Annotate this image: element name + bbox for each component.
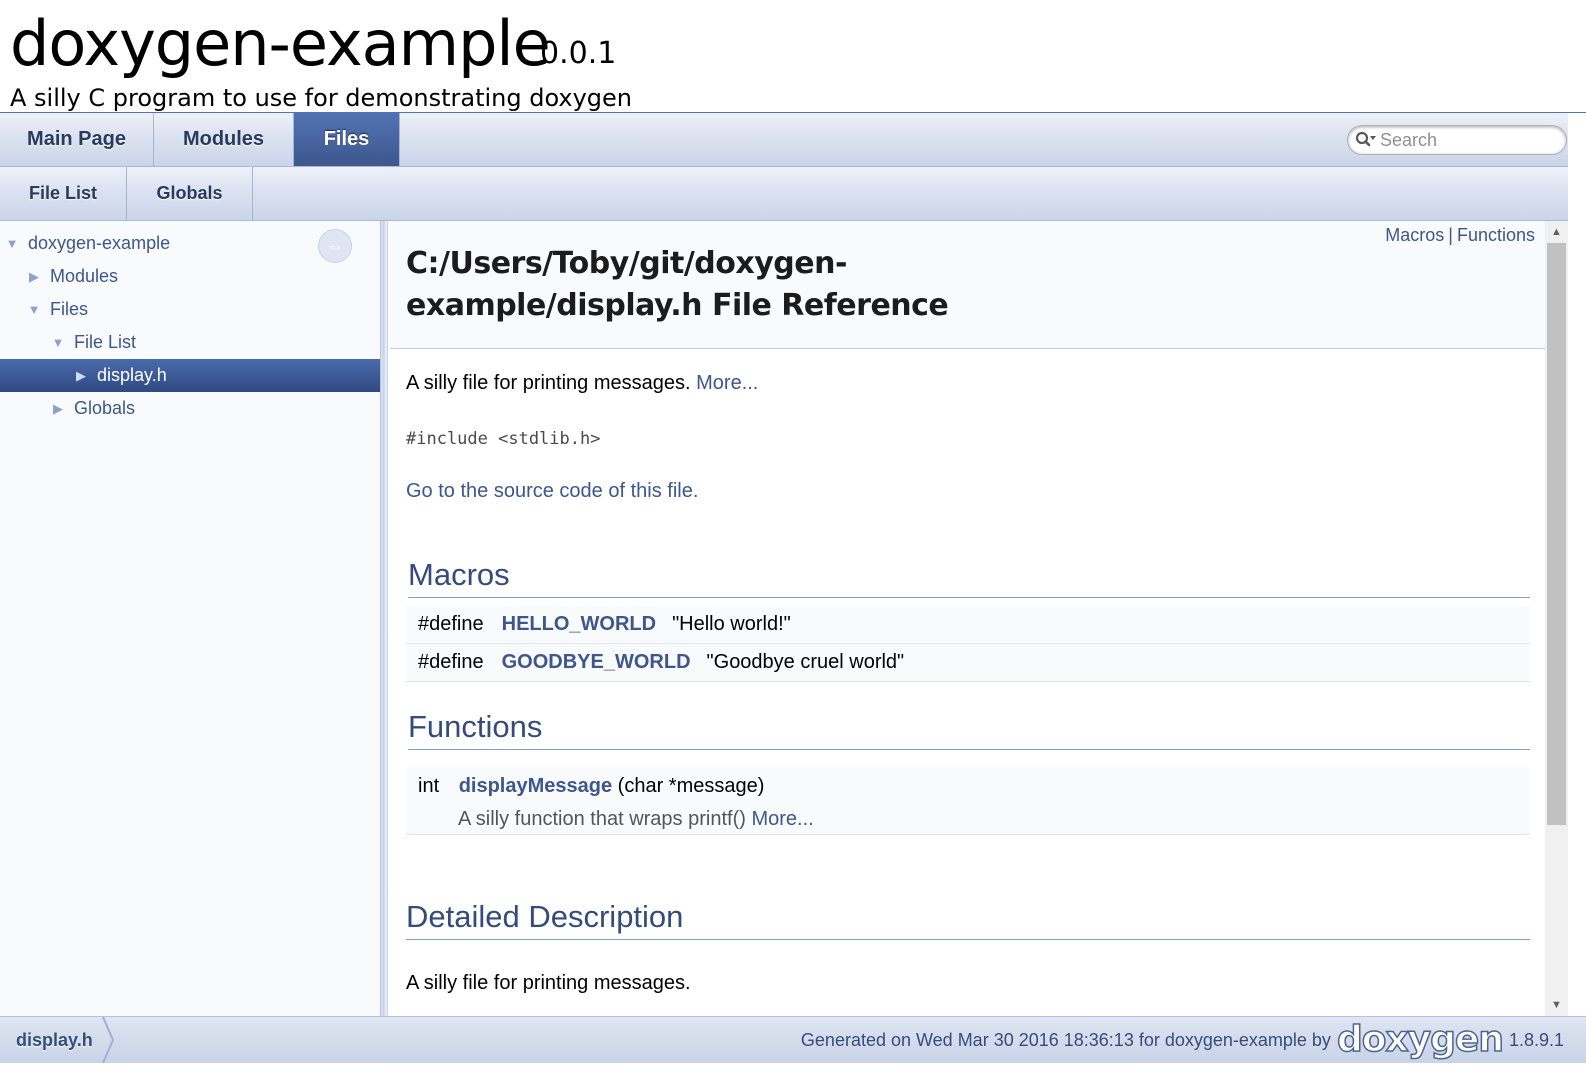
tree-collapsed-arrow-icon[interactable]: ▶ <box>50 401 66 417</box>
detailed-description-text: A silly file for printing messages. <box>406 972 691 994</box>
summary-links: Macros | Functions <box>1385 225 1535 246</box>
macro-row: #define HELLO_WORLD "Hello world!" <box>406 606 1530 644</box>
macro-value: "Goodbye cruel world" <box>706 651 905 673</box>
doxygen-version: 1.8.9.1 <box>1508 1029 1564 1050</box>
doc-content: Macros | Functions C:/Users/Toby/git/doxyg… <box>390 221 1545 1016</box>
tree-item-label: Files <box>50 299 89 319</box>
summary-link-macros[interactable]: Macros <box>1385 225 1444 245</box>
main-tabs: Main Page Modules Files <box>0 113 1586 167</box>
tree-expanded-arrow-icon[interactable]: ▼ <box>50 335 66 350</box>
tree-item-label: doxygen-example <box>28 233 171 253</box>
define-keyword: #define <box>418 651 484 673</box>
tree-collapsed-arrow-icon[interactable]: ▶ <box>73 368 89 384</box>
vertical-scrollbar[interactable]: ▲ ▼ <box>1545 221 1568 1016</box>
search-box[interactable] <box>1347 125 1567 155</box>
doxygen-logo[interactable]: doxygen <box>1336 1019 1505 1061</box>
tab-modules[interactable]: Modules <box>154 113 294 166</box>
tree-item-files[interactable]: ▼ Files <box>0 293 380 326</box>
tree-item-globals[interactable]: ▶ Globals <box>0 392 380 425</box>
functions-heading: Functions <box>408 709 1530 750</box>
tree-item-label: Globals <box>74 398 136 418</box>
sub-tabs: File List Globals <box>0 167 1586 221</box>
side-nav-tree: ▼ doxygen-example ▶ Modules ▼ Files ▼ Fi… <box>0 221 380 1032</box>
search-icon[interactable] <box>1352 125 1380 155</box>
function-brief: A silly function that wraps printf() Mor… <box>458 808 814 831</box>
scrollbar-thumb[interactable] <box>1547 243 1566 825</box>
sync-toggle-icon[interactable]: ⇔ <box>318 229 352 263</box>
macro-name-link[interactable]: HELLO_WORLD <box>502 613 656 636</box>
tree-item-modules[interactable]: ▶ Modules <box>0 260 380 293</box>
project-name: doxygen-example <box>10 7 551 80</box>
search-input[interactable] <box>1380 129 1550 151</box>
footer-generated: Generated on Wed Mar 30 2016 18:36:13 fo… <box>801 1017 1564 1063</box>
macro-row: #define GOODBYE_WORLD "Goodbye cruel wor… <box>406 644 1530 682</box>
function-args: (char *message) <box>617 775 765 797</box>
include-line: #include <stdlib.h> <box>406 429 601 449</box>
breadcrumb-display-h[interactable]: display.h <box>0 1017 113 1063</box>
tab-globals[interactable]: Globals <box>127 167 253 220</box>
window-edge <box>1568 113 1586 1063</box>
tree-expanded-arrow-icon[interactable]: ▼ <box>4 236 20 251</box>
brief-text: A silly file for printing messages. <box>406 372 691 394</box>
function-brief-text: A silly function that wraps printf() <box>458 808 746 830</box>
tree-item-label: Modules <box>50 266 119 286</box>
macros-heading: Macros <box>408 557 1530 598</box>
generated-text: Generated on Wed Mar 30 2016 18:36:13 fo… <box>800 1029 1331 1050</box>
summary-separator: | <box>1448 225 1453 245</box>
project-brief: A silly C program to use for demonstrati… <box>10 84 633 112</box>
scroll-down-arrow-icon[interactable]: ▼ <box>1545 994 1568 1016</box>
tree-item-file-list[interactable]: ▼ File List <box>0 326 380 359</box>
more-link[interactable]: More... <box>696 372 758 394</box>
detailed-description-heading: Detailed Description <box>406 899 1530 940</box>
define-keyword: #define <box>418 613 484 635</box>
breadcrumb-separator-icon <box>102 1017 115 1063</box>
function-name-link[interactable]: displayMessage <box>459 775 612 797</box>
nav-path-footer: display.h Generated on Wed Mar 30 2016 1… <box>0 1016 1586 1063</box>
tab-file-list[interactable]: File List <box>0 167 127 220</box>
tree-expanded-arrow-icon[interactable]: ▼ <box>26 302 42 317</box>
page-header: Macros | Functions C:/Users/Toby/git/doxyg… <box>390 221 1545 349</box>
summary-link-functions[interactable]: Functions <box>1457 225 1535 245</box>
return-type: int <box>418 775 440 797</box>
tree-collapsed-arrow-icon[interactable]: ▶ <box>26 269 42 285</box>
macro-value: "Hello world!" <box>672 613 791 635</box>
project-number: 0.0.1 <box>540 36 617 71</box>
function-more-link[interactable]: More... <box>751 808 813 830</box>
brief-description: A silly file for printing messages. More… <box>406 372 758 395</box>
function-row: int displayMessage (char *message) A sil… <box>406 767 1530 835</box>
function-signature: int displayMessage (char *message) <box>418 775 764 798</box>
source-code-link[interactable]: Go to the source code of this file. <box>406 480 698 503</box>
scroll-up-arrow-icon[interactable]: ▲ <box>1545 221 1568 243</box>
title-area: doxygen-example 0.0.1 A silly C program … <box>0 0 1586 113</box>
tree-item-display-h[interactable]: ▶ display.h <box>0 359 380 392</box>
bottom-strip <box>0 1063 1586 1076</box>
tab-files[interactable]: Files <box>294 113 400 166</box>
tree-item-label: display.h <box>97 365 167 385</box>
page-title: C:/Users/Toby/git/doxygen-example/displa… <box>406 246 949 323</box>
split-bar-handle[interactable] <box>380 221 388 1032</box>
tab-main-page[interactable]: Main Page <box>0 113 154 166</box>
tree-item-label: File List <box>74 332 137 352</box>
macro-name-link[interactable]: GOODBYE_WORLD <box>502 651 691 674</box>
